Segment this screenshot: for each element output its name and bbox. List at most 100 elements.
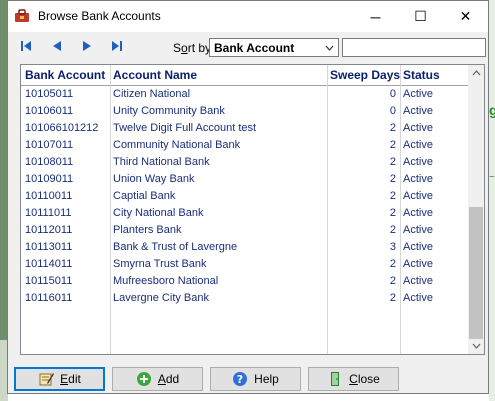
window-title: Browse Bank Accounts [38, 9, 161, 23]
close-button-label: Close [349, 372, 380, 386]
table-row[interactable]: 10110011 Captial Bank 2 Active [21, 188, 468, 205]
cell-bank-account: 10113011 [25, 241, 73, 253]
vertical-scrollbar[interactable] [468, 65, 484, 354]
title-bar[interactable]: Browse Bank Accounts ─ ☐ ✕ [8, 1, 488, 32]
column-header-status[interactable]: Status [403, 65, 467, 85]
cell-account-name: Captial Bank [113, 190, 176, 202]
cell-sweep-days: 2 [389, 292, 396, 304]
cell-bank-account: 10114011 [25, 258, 73, 270]
cell-status: Active [403, 139, 433, 151]
add-icon [136, 372, 151, 386]
app-bag-icon [15, 9, 29, 22]
cell-status: Active [403, 88, 433, 100]
cell-bank-account: 10107011 [25, 139, 74, 151]
cell-status: Active [403, 156, 433, 168]
table-row[interactable]: 10109011 Union Way Bank 2 Active [21, 171, 468, 188]
edit-button[interactable]: Edit [14, 367, 105, 391]
cell-bank-account: 10108011 [25, 156, 74, 168]
last-record-icon[interactable] [110, 40, 124, 52]
minimize-icon: ─ [370, 8, 381, 25]
cell-sweep-days: 2 [389, 190, 396, 202]
help-icon: ? [233, 372, 248, 386]
cell-bank-account: 10111011 [25, 207, 72, 219]
column-header-bank-account[interactable]: Bank Account [25, 65, 111, 85]
cell-sweep-days: 3 [389, 241, 396, 253]
edit-button-label: Edit [60, 372, 81, 386]
add-button[interactable]: Add [112, 367, 203, 391]
edit-note-icon [39, 373, 55, 386]
cell-status: Active [403, 258, 433, 270]
table-row[interactable]: 10113011 Bank & Trust of Lavergne 3 Active [21, 239, 468, 256]
search-input[interactable] [342, 38, 486, 57]
scroll-down-icon[interactable] [468, 338, 484, 354]
cell-status: Active [403, 241, 433, 253]
help-button-label: Help [254, 372, 279, 386]
cell-bank-account: 101066101212 [25, 122, 99, 134]
cell-account-name: Union Way Bank [113, 173, 195, 185]
table-row[interactable]: 10112011 Planters Bank 2 Active [21, 222, 468, 239]
chevron-down-icon [321, 39, 338, 56]
table-row[interactable]: 10108011 Third National Bank 2 Active [21, 154, 468, 171]
previous-record-icon[interactable] [50, 40, 64, 52]
minimize-button[interactable]: ─ [353, 1, 398, 32]
cell-bank-account: 10106011 [25, 105, 74, 117]
cell-sweep-days: 0 [389, 105, 396, 117]
table-row[interactable]: 101066101212 Twelve Digit Full Account te… [21, 120, 468, 137]
cell-account-name: Smyrna Trust Bank [113, 258, 207, 270]
cell-sweep-days: 2 [389, 139, 396, 151]
cell-account-name: Third National Bank [113, 156, 210, 168]
table-row[interactable]: 10105011 Citizen National 0 Active [21, 86, 468, 103]
table-row[interactable]: 10107011 Community National Bank 2 Active [21, 137, 468, 154]
cell-bank-account: 10115011 [25, 275, 73, 287]
table-row[interactable]: 10115011 Mufreesboro National 2 Active [21, 273, 468, 290]
table-row[interactable]: 10116011 Lavergne City Bank 2 Active [21, 290, 468, 307]
column-header-sweep-days[interactable]: Sweep Days [330, 65, 401, 85]
maximize-icon: ☐ [414, 8, 427, 24]
close-window-button[interactable]: ✕ [443, 1, 488, 32]
cell-account-name: Twelve Digit Full Account test [113, 122, 257, 134]
sort-by-select[interactable]: Bank Account [209, 38, 339, 57]
maximize-button[interactable]: ☐ [398, 1, 443, 32]
cell-status: Active [403, 275, 433, 287]
toolbar: Sort by Bank Account [8, 32, 488, 62]
cell-account-name: Citizen National [113, 88, 191, 100]
cell-account-name: Bank & Trust of Lavergne [113, 241, 238, 253]
svg-text:?: ? [237, 373, 243, 386]
browse-bank-accounts-window: Browse Bank Accounts ─ ☐ ✕ Sort by Bank … [7, 0, 489, 394]
cell-sweep-days: 2 [389, 224, 396, 236]
scrollbar-thumb[interactable] [469, 207, 483, 339]
cell-bank-account: 10110011 [25, 190, 73, 202]
first-record-icon[interactable] [19, 40, 33, 52]
sort-by-value: Bank Account [214, 41, 295, 55]
cell-bank-account: 10112011 [25, 224, 73, 236]
cell-sweep-days: 2 [389, 156, 396, 168]
bank-accounts-table: Bank Account Account Name Sweep Days Sta… [20, 64, 485, 355]
background-decoration: ~ [489, 172, 495, 183]
cell-sweep-days: 2 [389, 207, 396, 219]
cell-status: Active [403, 105, 433, 117]
cell-sweep-days: 2 [389, 275, 396, 287]
cell-sweep-days: 2 [389, 122, 396, 134]
next-record-icon[interactable] [80, 40, 94, 52]
cell-bank-account: 10116011 [25, 292, 73, 304]
close-button[interactable]: Close [308, 367, 399, 391]
exit-door-icon [331, 372, 340, 386]
add-button-label: Add [157, 372, 180, 386]
help-button[interactable]: ? Help [210, 367, 301, 391]
cell-status: Active [403, 173, 433, 185]
column-header-account-name[interactable]: Account Name [113, 65, 328, 85]
close-icon: ✕ [459, 8, 472, 24]
cell-account-name: Unity Community Bank [113, 105, 225, 117]
table-row[interactable]: 10111011 City National Bank 2 Active [21, 205, 468, 222]
cell-sweep-days: 2 [389, 258, 396, 270]
cell-account-name: Lavergne City Bank [113, 292, 209, 304]
scroll-up-icon[interactable] [468, 65, 484, 81]
table-row[interactable]: 10114011 Smyrna Trust Bank 2 Active [21, 256, 468, 273]
cell-bank-account: 10109011 [25, 173, 74, 185]
sort-by-label: Sort by [173, 41, 212, 55]
background-decoration: g [489, 102, 495, 118]
table-row[interactable]: 10106011 Unity Community Bank 0 Active [21, 103, 468, 120]
cell-status: Active [403, 292, 433, 304]
cell-bank-account: 10105011 [25, 88, 74, 100]
cell-account-name: Mufreesboro National [113, 275, 219, 287]
